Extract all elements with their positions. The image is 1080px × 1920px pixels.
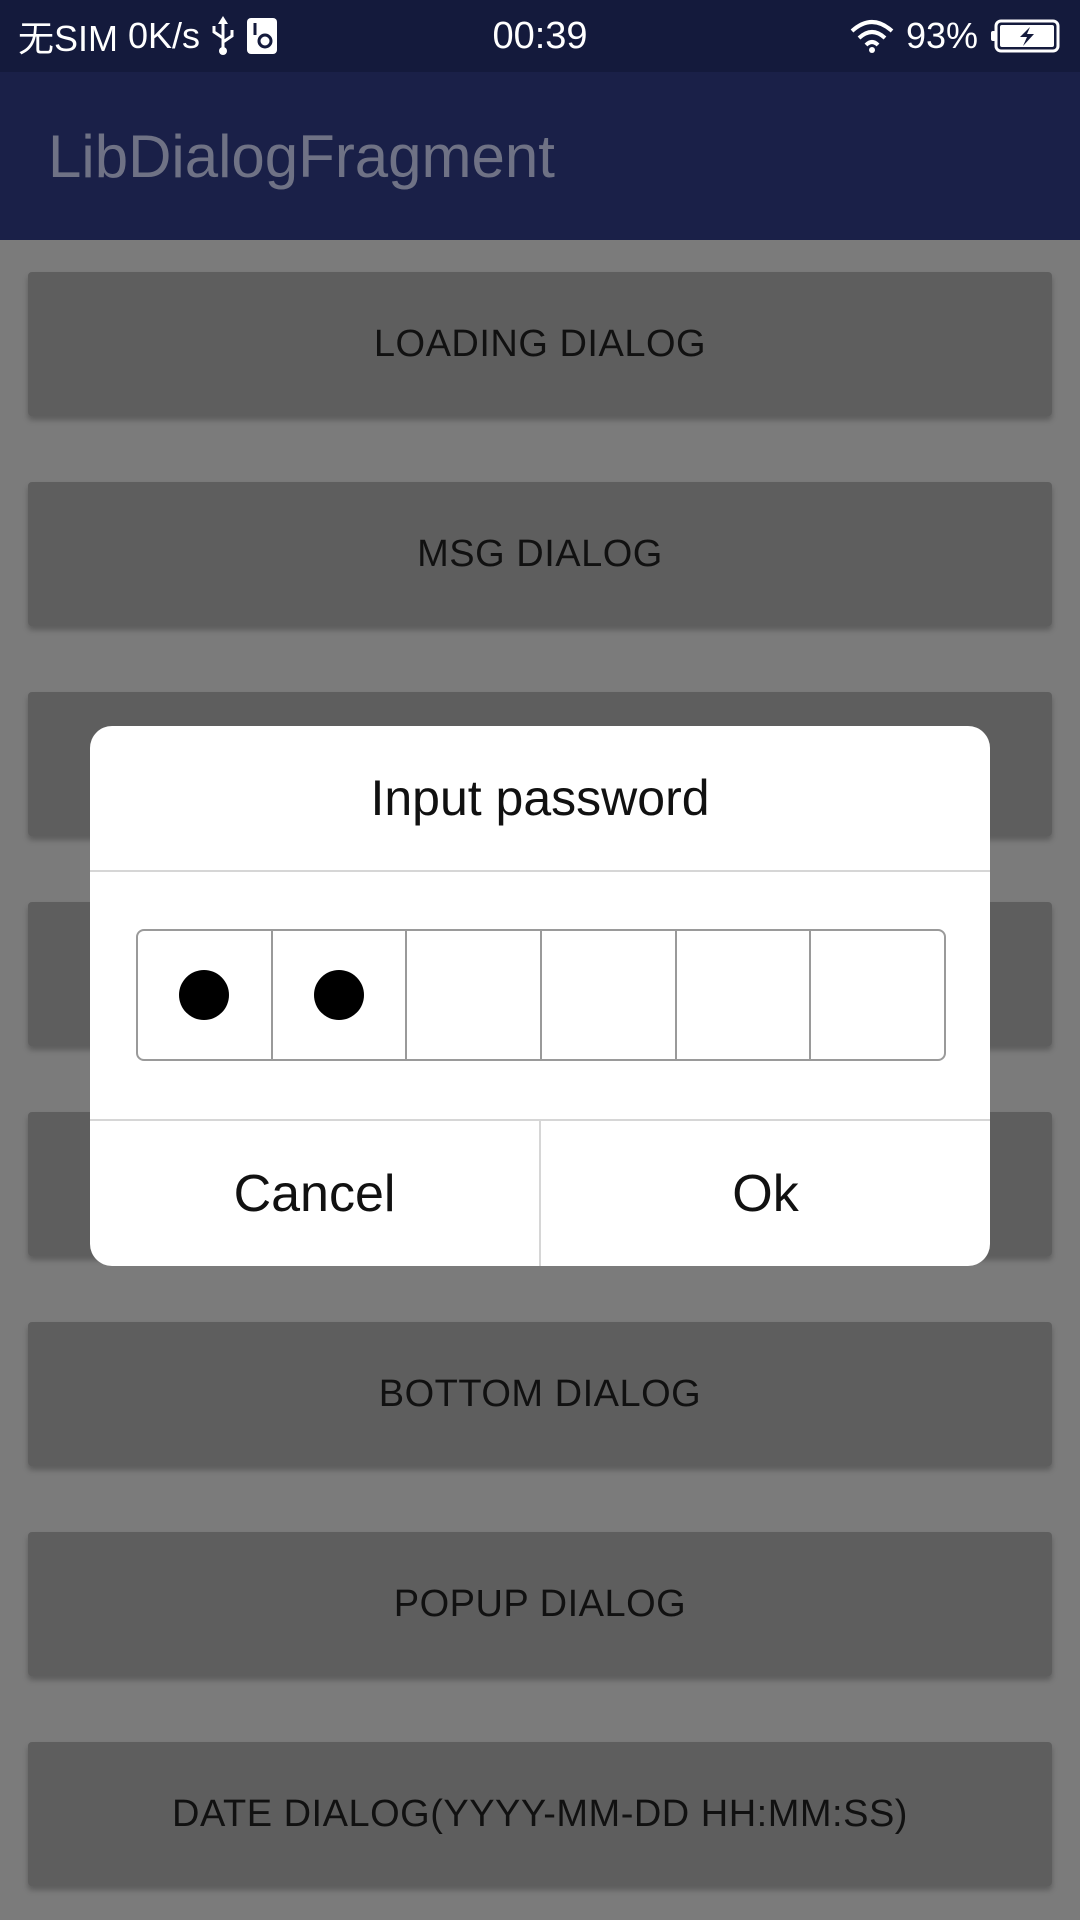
password-cell (811, 931, 944, 1059)
password-dot (179, 970, 230, 1020)
bottom-dialog-button[interactable]: BOTTOM DIALOG (28, 1322, 1052, 1466)
loading-dialog-button[interactable]: LOADING DIALOG (28, 272, 1052, 416)
password-dialog: Input password Cancel Ok (90, 726, 990, 1266)
title-divider (90, 870, 990, 872)
password-cell (138, 931, 273, 1059)
password-cell (677, 931, 812, 1059)
password-cell (407, 931, 543, 1059)
ok-button[interactable]: Ok (541, 1121, 990, 1266)
msg-dialog-button[interactable]: MSG DIALOG (28, 482, 1052, 626)
app-bar: LibDialogFragment (0, 72, 1080, 240)
battery-percent: 93% (905, 15, 978, 56)
password-dot (314, 970, 364, 1020)
status-right: 93% (850, 0, 1062, 72)
password-cell (542, 931, 677, 1059)
app-title: LibDialogFragment (48, 122, 555, 190)
date-dialog-button[interactable]: DATE DIALOG(YYYY-MM-DD HH:MM:SS) (28, 1742, 1052, 1886)
wifi-icon (850, 19, 894, 53)
password-input[interactable] (136, 929, 946, 1061)
dialog-title: Input password (370, 770, 710, 826)
password-cell (273, 931, 408, 1059)
popup-dialog-button[interactable]: POPUP DIALOG (28, 1532, 1052, 1676)
battery-icon (990, 19, 1062, 53)
status-bar: 无SIM 0K/s 00:39 93% (0, 0, 1080, 72)
cancel-button[interactable]: Cancel (90, 1121, 539, 1266)
